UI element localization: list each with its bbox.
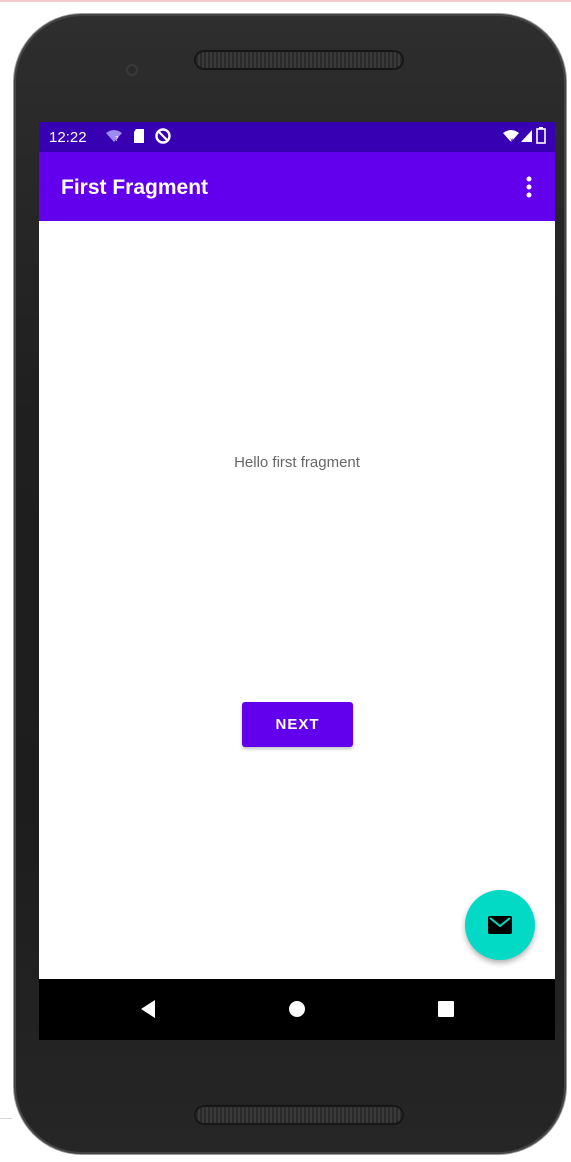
fragment-content: Hello first fragment NEXT xyxy=(39,221,555,979)
navigation-bar xyxy=(39,979,555,1040)
page: 12:22 ? x First Fragment Hello first fra… xyxy=(0,0,571,1162)
page-top-edge xyxy=(0,0,571,2)
svg-text:?: ? xyxy=(115,135,119,143)
battery-icon xyxy=(536,127,546,149)
wifi-icon: x xyxy=(503,129,519,148)
wifi-question-icon: ? xyxy=(105,128,123,149)
svg-text:x: x xyxy=(510,137,514,143)
device-screen: 12:22 ? x First Fragment Hello first fra… xyxy=(39,122,555,1040)
sd-card-icon xyxy=(132,128,146,149)
camera-icon xyxy=(126,64,138,76)
back-button[interactable] xyxy=(128,989,168,1029)
divider xyxy=(0,1118,12,1119)
more-vert-icon xyxy=(526,176,532,198)
email-fab[interactable] xyxy=(465,890,535,960)
home-button[interactable] xyxy=(277,989,317,1029)
recents-icon xyxy=(438,1001,454,1017)
status-time: 12:22 xyxy=(49,129,87,146)
app-bar: First Fragment xyxy=(39,152,555,221)
data-saver-icon xyxy=(154,127,172,150)
recents-button[interactable] xyxy=(426,989,466,1029)
back-icon xyxy=(141,1000,155,1018)
hello-text: Hello first fragment xyxy=(234,454,360,471)
status-bar: 12:22 ? x xyxy=(39,122,555,152)
email-icon xyxy=(488,916,512,934)
cell-signal-icon xyxy=(520,129,533,148)
next-button[interactable]: NEXT xyxy=(242,702,353,747)
speaker-grille-bottom xyxy=(194,1105,404,1125)
home-icon xyxy=(289,1001,305,1017)
app-bar-title: First Fragment xyxy=(61,176,209,199)
overflow-menu-button[interactable] xyxy=(519,172,539,202)
speaker-grille-top xyxy=(194,50,404,70)
